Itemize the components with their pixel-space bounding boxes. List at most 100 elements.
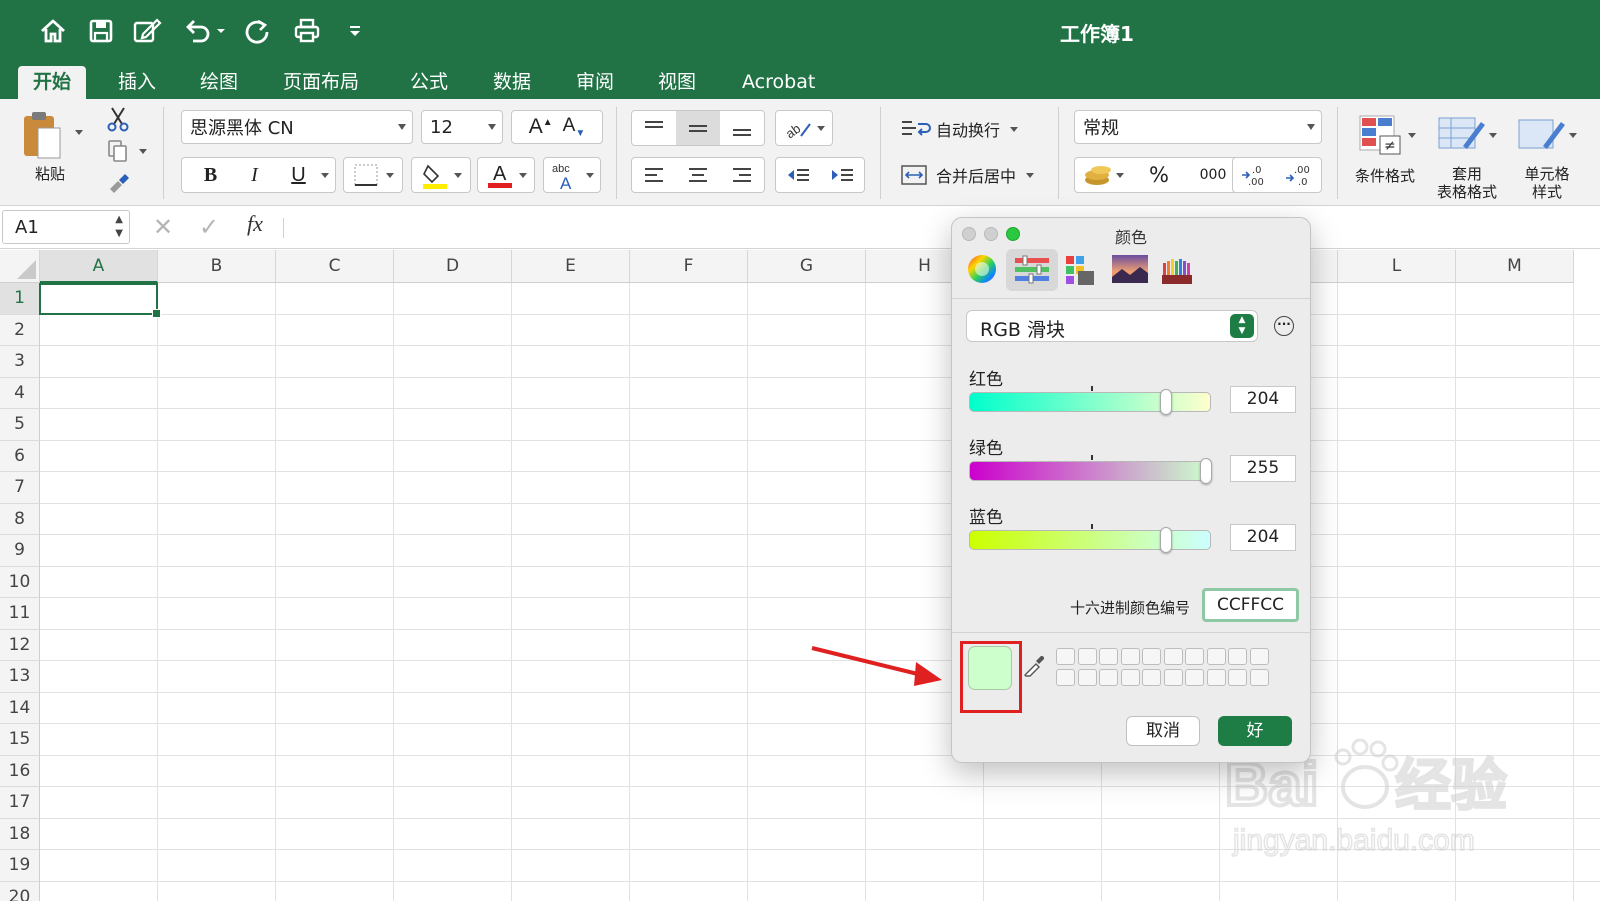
tab-draw[interactable]: 绘图 — [185, 66, 253, 99]
row-header-20[interactable]: 20 — [0, 881, 40, 901]
font-color-button[interactable]: A — [477, 157, 535, 193]
select-all-corner[interactable] — [0, 250, 40, 283]
row-header-6[interactable]: 6 — [0, 440, 40, 472]
color-well[interactable] — [1185, 648, 1204, 665]
color-well[interactable] — [1206, 648, 1226, 665]
row-header-4[interactable]: 4 — [0, 377, 40, 409]
column-header-a[interactable]: A — [40, 250, 158, 283]
row-header-11[interactable]: 11 — [0, 598, 40, 630]
insert-function-icon[interactable]: fx — [247, 211, 263, 237]
orientation-button[interactable]: ab — [775, 110, 833, 146]
color-well[interactable] — [1228, 669, 1247, 686]
align-center-button[interactable] — [676, 166, 720, 184]
row-header-14[interactable]: 14 — [0, 692, 40, 724]
number-format-select[interactable]: 常规 — [1074, 110, 1322, 144]
align-middle-button[interactable] — [676, 111, 720, 145]
row-header-8[interactable]: 8 — [0, 503, 40, 535]
increase-decimal-icon[interactable]: .0.00 — [1233, 162, 1277, 188]
color-well[interactable] — [1142, 669, 1161, 686]
decrease-indent-button[interactable] — [776, 166, 820, 184]
mode-stepper-icon[interactable]: ▲ ▼ — [1230, 314, 1254, 338]
blue-slider-thumb[interactable] — [1160, 527, 1172, 553]
format-painter-icon[interactable] — [103, 171, 133, 199]
crayons-icon[interactable] — [1161, 253, 1195, 287]
column-header-e[interactable]: E — [512, 250, 630, 283]
borders-button[interactable] — [343, 157, 403, 193]
tab-view[interactable]: 视图 — [643, 66, 711, 99]
undo-icon[interactable] — [180, 14, 228, 48]
tab-data[interactable]: 数据 — [478, 66, 546, 99]
row-header-12[interactable]: 12 — [0, 629, 40, 661]
align-right-button[interactable] — [720, 166, 764, 184]
row-header-13[interactable]: 13 — [0, 661, 40, 693]
row-header-3[interactable]: 3 — [0, 346, 40, 378]
column-header-g[interactable]: G — [748, 250, 866, 283]
color-sliders-icon[interactable] — [1006, 249, 1058, 291]
color-well[interactable] — [1206, 669, 1226, 686]
paste-dropdown-icon[interactable] — [75, 130, 83, 135]
increase-font-size-button[interactable]: A▲ — [529, 115, 553, 139]
text-effects-button[interactable]: abc A — [543, 157, 601, 193]
underline-button[interactable]: U — [277, 164, 321, 187]
row-header-17[interactable]: 17 — [0, 787, 40, 819]
green-slider-thumb[interactable] — [1200, 458, 1212, 484]
hex-input[interactable]: CCFFCC — [1202, 588, 1299, 622]
italic-button[interactable]: I — [233, 164, 277, 187]
tab-insert[interactable]: 插入 — [103, 66, 171, 99]
cut-icon[interactable] — [103, 105, 133, 133]
percent-button[interactable]: % — [1131, 163, 1187, 187]
green-value-input[interactable]: 255 — [1230, 455, 1296, 482]
decrease-decimal-icon[interactable]: .00.0 — [1277, 162, 1321, 188]
color-well[interactable] — [1120, 648, 1140, 665]
color-well[interactable] — [1163, 669, 1183, 686]
color-well[interactable] — [1120, 669, 1140, 686]
color-well[interactable] — [1142, 648, 1161, 665]
copy-dropdown-icon[interactable] — [139, 149, 147, 154]
cell-styles-button[interactable] — [1512, 109, 1582, 161]
color-mode-select[interactable]: RGB 滑块 ▲ ▼ — [966, 310, 1258, 342]
image-palettes-icon[interactable] — [1110, 253, 1150, 287]
row-header-10[interactable]: 10 — [0, 566, 40, 598]
row-header-19[interactable]: 19 — [0, 850, 40, 882]
align-top-button[interactable] — [632, 119, 676, 137]
color-wheel-icon[interactable] — [966, 253, 998, 285]
row-header-18[interactable]: 18 — [0, 818, 40, 850]
column-header-d[interactable]: D — [394, 250, 512, 283]
align-left-button[interactable] — [632, 166, 676, 184]
font-size-select[interactable]: 12 — [421, 110, 503, 144]
color-well[interactable] — [1099, 669, 1118, 686]
row-header-16[interactable]: 16 — [0, 755, 40, 787]
conditional-format-button[interactable]: ≠ — [1352, 109, 1422, 161]
redo-icon[interactable] — [240, 14, 274, 48]
font-name-select[interactable]: 思源黑体 CN — [181, 110, 413, 144]
eyedropper-icon[interactable] — [1021, 653, 1047, 679]
column-header-b[interactable]: B — [158, 250, 276, 283]
accounting-format-button[interactable] — [1075, 162, 1131, 188]
more-options-icon[interactable]: ··· — [1274, 316, 1294, 336]
paste-button[interactable] — [18, 107, 66, 163]
increase-indent-button[interactable] — [820, 166, 864, 184]
color-well[interactable] — [1185, 669, 1204, 686]
selected-cell-a1[interactable] — [39, 283, 161, 318]
tab-page-layout[interactable]: 页面布局 — [268, 66, 374, 99]
red-value-input[interactable]: 204 — [1230, 386, 1296, 413]
green-slider[interactable] — [969, 455, 1212, 484]
color-well[interactable] — [1228, 648, 1247, 665]
save-icon[interactable] — [84, 14, 118, 48]
red-slider[interactable] — [969, 386, 1211, 415]
cancel-entry-icon[interactable]: ✕ — [153, 213, 173, 241]
confirm-entry-icon[interactable]: ✓ — [199, 213, 219, 241]
row-header-1[interactable]: 1 — [0, 283, 40, 315]
home-icon[interactable] — [36, 14, 70, 48]
color-well[interactable] — [1249, 669, 1269, 686]
name-box-stepper-icon[interactable]: ▲ ▼ — [115, 213, 123, 241]
row-header-7[interactable]: 7 — [0, 472, 40, 504]
row-header-2[interactable]: 2 — [0, 314, 40, 346]
copy-icon[interactable] — [103, 137, 133, 165]
bold-button[interactable]: B — [189, 164, 233, 187]
blue-slider[interactable] — [969, 524, 1211, 553]
row-header-9[interactable]: 9 — [0, 535, 40, 567]
column-header-c[interactable]: C — [276, 250, 394, 283]
underline-dropdown-icon[interactable] — [320, 172, 329, 178]
customize-toolbar-icon[interactable] — [338, 14, 372, 48]
